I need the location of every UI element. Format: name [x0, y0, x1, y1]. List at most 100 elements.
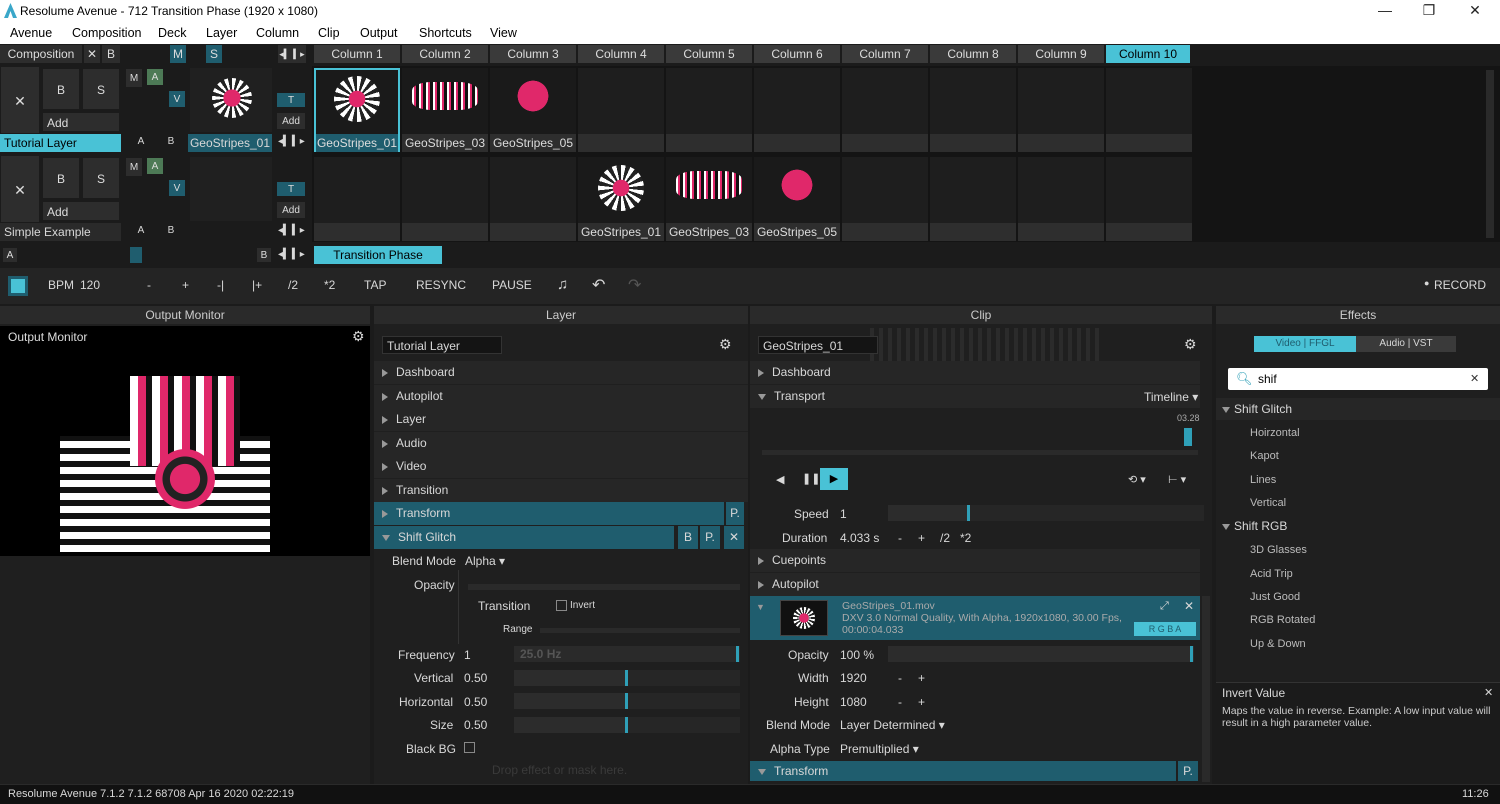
layer-1-mask-button[interactable]: M: [125, 68, 143, 88]
clip-slot-1-10[interactable]: [1106, 68, 1192, 152]
clip-slot-1-4[interactable]: [578, 68, 664, 152]
menu-avenue[interactable]: Avenue: [10, 26, 52, 40]
black-bg-checkbox[interactable]: [464, 742, 475, 753]
clip-slot-1-2[interactable]: GeoStripes_03: [402, 68, 488, 152]
column-6-header[interactable]: Column 6: [754, 45, 840, 63]
redo-icon[interactable]: ↷: [628, 275, 641, 295]
speed-slider[interactable]: [888, 505, 1204, 521]
duration-plus-button[interactable]: +: [918, 531, 925, 545]
effect-item[interactable]: Just Good: [1250, 591, 1300, 603]
deck-a-button[interactable]: A: [2, 247, 18, 263]
maximize-button[interactable]: ❐: [1414, 2, 1444, 20]
column-9-header[interactable]: Column 9: [1018, 45, 1104, 63]
effect-item[interactable]: RGB Rotated: [1250, 614, 1315, 626]
layer-1-solo-button[interactable]: S: [82, 68, 120, 110]
layer-1-next-icon[interactable]: ▍▸: [292, 136, 305, 147]
horizontal-slider[interactable]: [514, 693, 740, 709]
clip-section-dashboard[interactable]: Dashboard: [750, 361, 1200, 384]
menu-shortcuts[interactable]: Shortcuts: [419, 26, 472, 40]
layer-1-audio-button[interactable]: A: [146, 68, 164, 86]
alpha-type-dropdown[interactable]: Premultiplied ▾: [840, 742, 919, 756]
tap-button[interactable]: TAP: [364, 278, 386, 292]
tab-video-ffgl[interactable]: Video | FFGL: [1254, 336, 1356, 352]
transform-preset-button[interactable]: P.: [726, 502, 744, 525]
undo-icon[interactable]: ↶: [592, 275, 605, 295]
effect-item[interactable]: Up & Down: [1250, 638, 1306, 650]
menu-composition[interactable]: Composition: [72, 26, 141, 40]
deck-prev-icon[interactable]: ◂▍: [278, 249, 291, 260]
composition-mute-button[interactable]: M: [170, 45, 186, 63]
menu-deck[interactable]: Deck: [158, 26, 186, 40]
clip-slot-1-5[interactable]: [666, 68, 752, 152]
effects-search-input[interactable]: shif: [1258, 372, 1277, 386]
clip-slot-1-3[interactable]: GeoStripes_05: [490, 68, 576, 152]
size-value[interactable]: 0.50: [464, 718, 487, 732]
layer-2-prev-icon[interactable]: ◂▍: [278, 225, 291, 236]
clip-slot-2-2[interactable]: [402, 157, 488, 241]
layer-1-thumb[interactable]: [190, 68, 272, 132]
collapse-arrow-icon[interactable]: ▼: [756, 602, 765, 612]
width-minus-button[interactable]: -: [898, 671, 902, 685]
metronome-icon[interactable]: ♫: [557, 276, 568, 293]
playhead-marker[interactable]: [1184, 428, 1192, 446]
bpm-plus-button[interactable]: +: [182, 278, 189, 292]
clip-slot-2-8[interactable]: [930, 157, 1016, 241]
deck-tab-transition-phase[interactable]: Transition Phase: [314, 246, 442, 264]
effect-group-shift-glitch[interactable]: Shift Glitch: [1216, 398, 1500, 420]
duration-double-button[interactable]: *2: [960, 531, 971, 545]
effect-shift-glitch-header[interactable]: Shift Glitch: [374, 526, 674, 549]
effect-item[interactable]: 3D Glasses: [1250, 544, 1307, 556]
nudge-minus-button[interactable]: -|: [217, 278, 224, 292]
pause-icon[interactable]: ❚❚: [802, 472, 820, 485]
layer-section-transform[interactable]: Transform: [374, 502, 724, 525]
layer-2-a-button[interactable]: A: [126, 225, 156, 236]
menu-layer[interactable]: Layer: [206, 26, 237, 40]
effect-bypass-button[interactable]: B: [678, 526, 698, 549]
clip-slot-2-7[interactable]: [842, 157, 928, 241]
menu-column[interactable]: Column: [256, 26, 299, 40]
clip-slot-1-8[interactable]: [930, 68, 1016, 152]
composition-button[interactable]: Composition: [0, 45, 82, 63]
height-plus-button[interactable]: +: [918, 695, 925, 709]
size-slider[interactable]: [514, 717, 740, 733]
minimize-button[interactable]: —: [1370, 2, 1400, 20]
nudge-plus-button[interactable]: |+: [252, 278, 262, 292]
clip-slot-1-6[interactable]: [754, 68, 840, 152]
effect-item[interactable]: Lines: [1250, 474, 1276, 486]
duration-value[interactable]: 4.033 s: [840, 531, 879, 545]
clip-panel-scrollbar[interactable]: [1202, 596, 1210, 782]
deck-next-icon[interactable]: ▍▸: [292, 249, 305, 260]
deck-b-button[interactable]: B: [256, 247, 272, 263]
help-close-icon[interactable]: ✕: [1484, 686, 1493, 699]
layer-1-clear-button[interactable]: ✕: [0, 66, 40, 134]
layer-2-clear-button[interactable]: ✕: [0, 155, 40, 223]
clip-slot-2-1[interactable]: [314, 157, 400, 241]
clip-opacity-value[interactable]: 100 %: [840, 648, 874, 662]
layer-section-video[interactable]: Video: [374, 455, 748, 478]
layer-1-prev-icon[interactable]: ◂▍: [278, 136, 291, 147]
beat-snap-icon[interactable]: ⊢ ▾: [1168, 473, 1186, 486]
clip-opacity-slider[interactable]: [888, 646, 1194, 662]
clip-grid-scrollbar[interactable]: [1486, 70, 1494, 238]
clip-slot-2-4[interactable]: GeoStripes_01: [578, 157, 664, 241]
column-5-header[interactable]: Column 5: [666, 45, 752, 63]
layer-2-thumb[interactable]: [190, 157, 272, 221]
resync-button[interactable]: RESYNC: [416, 278, 466, 292]
composition-prev-icon[interactable]: ◂▍: [278, 45, 292, 63]
column-2-header[interactable]: Column 2: [402, 45, 488, 63]
frequency-slider[interactable]: 25.0 Hz: [514, 646, 740, 662]
effect-group-shift-rgb[interactable]: Shift RGB: [1216, 515, 1500, 537]
close-window-button[interactable]: ✕: [1460, 2, 1490, 20]
effect-item[interactable]: Kapot: [1250, 450, 1279, 462]
layer-2-b-button[interactable]: B: [156, 225, 186, 236]
loop-mode-icon[interactable]: ⟲ ▾: [1128, 473, 1146, 486]
layer-section-transition[interactable]: Transition: [374, 479, 748, 502]
layer-2-transition-button[interactable]: T: [276, 181, 306, 197]
duration-minus-button[interactable]: -: [898, 531, 902, 545]
menu-output[interactable]: Output: [360, 26, 398, 40]
column-1-header[interactable]: Column 1: [314, 45, 400, 63]
menu-clip[interactable]: Clip: [318, 26, 340, 40]
rgba-channel-toggles[interactable]: R G B A: [1134, 622, 1196, 636]
layer-1-transition-button[interactable]: T: [276, 92, 306, 108]
height-value[interactable]: 1080: [840, 695, 867, 709]
